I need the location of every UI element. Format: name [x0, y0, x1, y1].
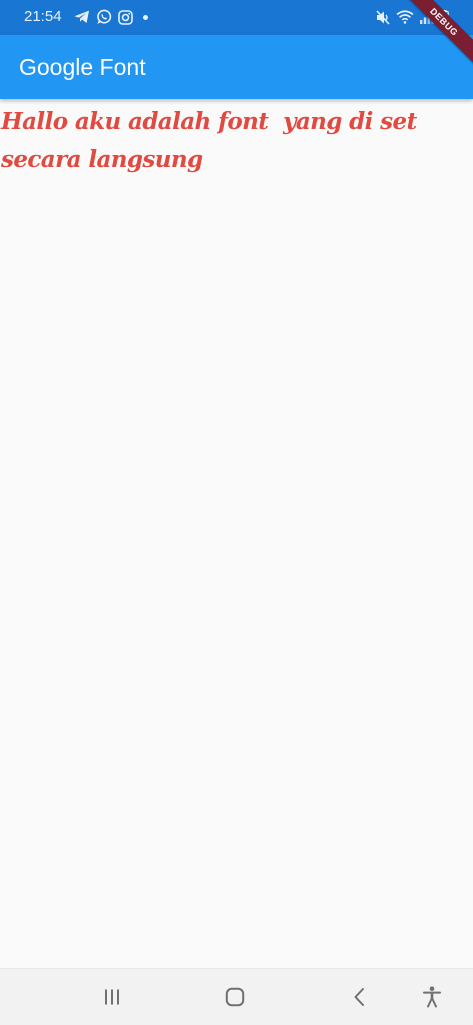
status-time: 21:54 — [24, 8, 62, 25]
app-bar-title: Google Font — [19, 54, 146, 80]
home-icon — [225, 987, 245, 1007]
back-button[interactable] — [345, 985, 373, 1009]
styled-text: Hallo aku adalah font yang di set secara… — [1, 108, 425, 173]
home-button[interactable] — [221, 985, 249, 1009]
status-icons-left — [74, 9, 148, 25]
content-area: Hallo aku adalah font yang di set secara… — [0, 99, 473, 968]
whatsapp-icon — [96, 9, 112, 25]
accessibility-icon — [422, 986, 442, 1008]
system-nav-bar — [0, 968, 473, 1025]
back-icon — [352, 987, 366, 1007]
instagram-icon — [118, 9, 133, 25]
notification-dot-icon — [143, 14, 148, 20]
debug-banner: DEBUG — [403, 0, 473, 70]
mute-icon — [376, 9, 390, 25]
recent-apps-button[interactable] — [98, 985, 126, 1009]
debug-banner-label: DEBUG — [403, 0, 473, 67]
accessibility-button[interactable] — [418, 985, 446, 1009]
telegram-icon — [74, 10, 90, 24]
recent-apps-icon — [102, 988, 122, 1006]
